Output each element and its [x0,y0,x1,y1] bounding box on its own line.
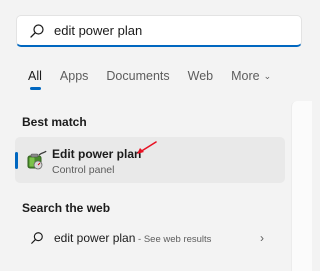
annotation-arrow-icon [134,140,160,156]
power-plan-battery-icon [25,149,47,171]
tab-documents[interactable]: Documents [106,68,169,90]
search-input[interactable] [54,23,274,38]
search-icon [29,23,45,39]
preview-panel [291,101,312,271]
web-results-suffix: - See web results [135,234,212,245]
search-icon [30,231,44,245]
tab-apps[interactable]: Apps [60,68,89,90]
best-match-title: Edit power plan [52,147,142,161]
tab-more[interactable]: More ⌄ [231,68,271,90]
chevron-right-icon: › [260,231,264,245]
web-query-text: edit power plan [54,231,136,245]
search-box[interactable] [16,15,302,47]
best-match-result[interactable]: Edit power plan Control panel [15,137,285,183]
web-search-result[interactable]: edit power plan - See web results › [15,224,285,252]
best-match-subtitle: Control panel [52,164,115,176]
tab-web[interactable]: Web [188,68,213,90]
search-web-heading: Search the web [22,201,111,215]
tab-more-label: More [231,69,260,83]
best-match-heading: Best match [22,115,87,129]
selection-indicator [15,152,18,169]
chevron-down-icon: ⌄ [263,71,272,81]
web-search-query: edit power plan - See web results [54,231,211,245]
filter-tabs: All Apps Documents Web More ⌄ [28,68,289,90]
tab-all[interactable]: All [28,68,42,90]
